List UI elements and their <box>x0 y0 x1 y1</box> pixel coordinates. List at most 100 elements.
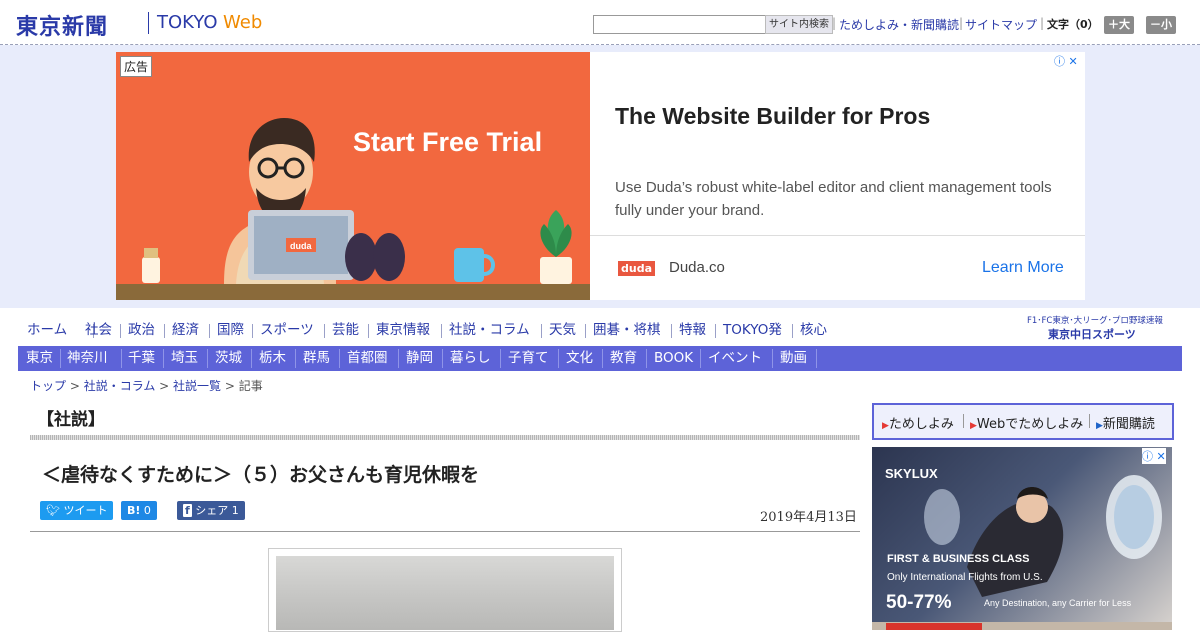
nav-separator <box>368 324 369 338</box>
breadcrumb-editorial-column[interactable]: 社説・コラム <box>84 379 156 393</box>
sidebar-ad-note[interactable]: Any Destination, any Carrier for Less <box>984 598 1131 608</box>
site-search-button[interactable]: サイト内検索 <box>765 15 833 34</box>
region-item-culture[interactable]: 文化 <box>566 346 593 370</box>
breadcrumb-separator: > <box>155 379 174 393</box>
nav-separator <box>772 349 773 368</box>
tweet-label: ツイート <box>63 504 108 517</box>
nav-separator <box>164 324 165 338</box>
nav-separator <box>646 349 647 368</box>
nav-separator <box>792 324 793 338</box>
sidebar-link-web-trial[interactable]: ▶Webでためしよみ <box>970 413 1083 432</box>
sidebar-link-label: ためしよみ <box>888 417 954 432</box>
sidebar-ad-logo[interactable]: SKYLUX <box>885 466 938 481</box>
nav-item-core[interactable]: 核心 <box>800 316 827 344</box>
ad-headline[interactable]: The Website Builder for Pros <box>615 103 930 130</box>
ad-cta-text[interactable]: Start Free Trial <box>353 127 542 158</box>
article-photo[interactable] <box>276 556 614 630</box>
region-item-ibaraki[interactable]: 茨城 <box>215 346 242 370</box>
region-item-education[interactable]: 教育 <box>610 346 637 370</box>
breadcrumb-editorial-list[interactable]: 社説一覧 <box>173 379 221 393</box>
breadcrumb-top[interactable]: トップ <box>30 379 66 393</box>
nav-item-economy[interactable]: 経済 <box>172 316 199 344</box>
site-search-input[interactable] <box>593 15 767 34</box>
sidebar-separator <box>963 414 964 428</box>
region-item-shizuoka[interactable]: 静岡 <box>406 346 433 370</box>
ad-brand-logo[interactable]: duda <box>618 261 656 276</box>
font-size-label: 文字（0） <box>1047 18 1099 31</box>
nav-separator <box>209 324 210 338</box>
region-item-tokyo[interactable]: 東京 <box>26 346 53 370</box>
nav-separator <box>121 349 122 368</box>
sidebar-link-trial[interactable]: ▶ためしよみ <box>882 413 954 432</box>
site-header: 東京新聞 TOKYO Web サイト内検索 | ためしよみ・新聞購読 | サイト… <box>0 0 1200 45</box>
region-item-saitama[interactable]: 埼玉 <box>171 346 198 370</box>
region-item-event[interactable]: イベント <box>708 346 762 370</box>
sidebar-link-subscribe[interactable]: ▶新聞購読 <box>1096 413 1155 432</box>
region-item-gunma[interactable]: 群馬 <box>303 346 330 370</box>
site-logo[interactable]: 東京新聞 <box>16 9 108 41</box>
nav-separator <box>585 324 586 338</box>
nav-separator <box>120 324 121 338</box>
facebook-share-button[interactable]: f シェア 1 <box>177 501 245 520</box>
region-item-shutoken[interactable]: 首都圏 <box>347 346 388 370</box>
region-item-book[interactable]: BOOK <box>654 346 693 370</box>
sidebar-separator <box>1089 414 1090 428</box>
logo-web-text[interactable]: Web <box>223 12 262 33</box>
ad-illustration: duda <box>142 118 572 284</box>
hatena-count: 0 <box>143 504 151 517</box>
article-date: 2019年4月13日 <box>760 510 857 525</box>
triangle-right-icon: ▶ <box>1096 421 1103 431</box>
nav-item-tokyo-info[interactable]: 東京情報 <box>376 316 430 344</box>
sidebar-adchoices-icon[interactable]: ⓘ ✕ <box>1142 448 1166 464</box>
nav-separator <box>442 349 443 368</box>
nav-item-editorial[interactable]: 社説・コラム <box>449 316 530 344</box>
facebook-f-icon: f <box>183 504 192 517</box>
trial-subscribe-link[interactable]: ためしよみ・新聞購読 <box>839 16 959 33</box>
breadcrumb-current: 記事 <box>238 379 263 393</box>
region-item-chiba[interactable]: 千葉 <box>128 346 155 370</box>
sitemap-link[interactable]: サイトマップ <box>965 16 1037 33</box>
nav-item-go-shogi[interactable]: 囲碁・将棋 <box>593 316 661 344</box>
nav-separator <box>715 324 716 338</box>
nav-item-world[interactable]: 国際 <box>217 316 244 344</box>
tokyo-chunichi-sports-tagline[interactable]: F1･FC東京･大リーグ･プロ野球速報 <box>1027 314 1163 326</box>
nav-item-society[interactable]: 社会 <box>85 316 112 344</box>
adchoices-icon[interactable]: ⓘ ✕ <box>1054 53 1078 69</box>
breadcrumb-separator: > <box>66 379 84 393</box>
region-item-parenting[interactable]: 子育て <box>508 346 549 370</box>
nav-separator <box>163 349 164 368</box>
ad-description[interactable]: Use Duda’s robust white-label editor and… <box>615 176 1055 222</box>
font-smaller-button[interactable]: －小 <box>1146 16 1176 34</box>
logo-tokyo-text[interactable]: TOKYO <box>157 12 218 33</box>
region-item-tochigi[interactable]: 栃木 <box>259 346 286 370</box>
hatena-b-icon: B! <box>127 504 141 517</box>
ad-learn-more-link[interactable]: Learn More <box>982 259 1064 277</box>
nav-item-politics[interactable]: 政治 <box>128 316 155 344</box>
nav-item-special[interactable]: 特報 <box>679 316 706 344</box>
tweet-button[interactable]: 🐦︎ ツイート <box>40 501 114 520</box>
region-item-video[interactable]: 動画 <box>780 346 807 370</box>
nav-item-entertainment[interactable]: 芸能 <box>332 316 359 344</box>
svg-text:duda: duda <box>290 241 312 251</box>
nav-item-sports[interactable]: スポーツ <box>260 316 314 344</box>
nav-item-weather[interactable]: 天気 <box>549 316 576 344</box>
nav-separator <box>295 349 296 368</box>
region-item-living[interactable]: 暮らし <box>450 346 491 370</box>
breadcrumb-separator: > <box>221 379 239 393</box>
header-separator: | <box>832 16 837 30</box>
nav-separator <box>251 349 252 368</box>
nav-item-home[interactable]: ホーム <box>27 316 67 344</box>
tokyo-chunichi-sports-logo[interactable]: 東京中日スポーツ <box>1048 326 1136 342</box>
section-label: 【社説】 <box>37 410 105 430</box>
region-item-kanagawa[interactable]: 神奈川 <box>67 346 108 370</box>
triangle-right-icon: ▶ <box>970 421 977 431</box>
sidebar-ad-line2[interactable]: Only International Flights from U.S. <box>887 572 1043 583</box>
nav-item-tokyo-hatsu[interactable]: TOKYO発 <box>723 316 782 344</box>
hatena-bookmark-button[interactable]: B! 0 <box>121 501 157 520</box>
ad-image[interactable]: duda <box>116 52 590 300</box>
sidebar-ad-percent[interactable]: 50-77% <box>886 592 952 614</box>
ad-brand-name[interactable]: Duda.co <box>669 259 725 276</box>
font-larger-button[interactable]: ＋大 <box>1104 16 1134 34</box>
sidebar-ad-line1[interactable]: FIRST & BUSINESS CLASS <box>887 553 1029 565</box>
breadcrumb: トップ > 社説・コラム > 社説一覧 > 記事 <box>30 377 263 394</box>
